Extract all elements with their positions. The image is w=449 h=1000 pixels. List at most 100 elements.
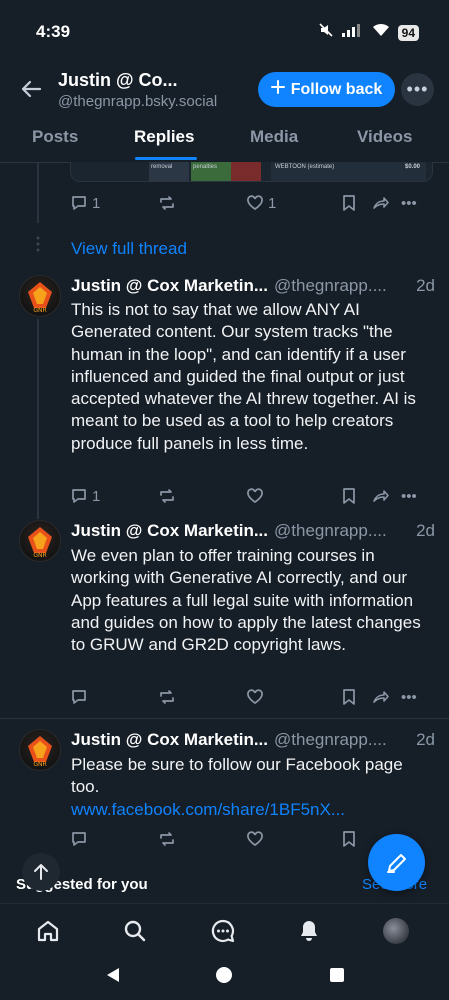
post-divider [0, 718, 449, 719]
signal-icon [341, 23, 364, 42]
mute-icon [318, 22, 334, 43]
profile-avatar [383, 918, 409, 944]
nav-chat[interactable] [208, 916, 238, 946]
post-more-button[interactable]: ••• [401, 689, 417, 706]
bookmark-button[interactable] [341, 194, 371, 212]
bookmark-icon [343, 195, 355, 211]
bookmark-button[interactable] [341, 830, 371, 848]
facebook-link[interactable]: www.facebook.com/share/1BF5nX... [71, 799, 433, 821]
repost-icon [160, 690, 174, 704]
view-full-thread-link[interactable]: View full thread [71, 239, 187, 259]
ellipsis-icon: ••• [406, 79, 429, 99]
post-more-button[interactable]: ••• [401, 488, 417, 505]
svg-text:GNR: GNR [33, 307, 46, 314]
system-back-button[interactable] [104, 966, 122, 989]
gnr-logo-icon: GNR [28, 736, 52, 768]
reply-button[interactable] [70, 830, 158, 848]
post-header: Justin @ Cox Marketin... @thegnrapp.... … [71, 730, 435, 750]
nav-home[interactable] [33, 916, 63, 946]
post-time: 2d [416, 276, 435, 295]
like-count: 1 [268, 194, 277, 212]
avatar[interactable]: GNR [19, 520, 61, 562]
tab-media[interactable]: Media [250, 127, 298, 147]
reply-icon [72, 832, 86, 846]
battery-indicator: 94 [397, 24, 419, 41]
embed-cell: penalties [191, 162, 231, 181]
post-body: We even plan to offer training courses i… [71, 546, 421, 655]
post-handle: @thegnrapp.... [274, 730, 387, 749]
share-button[interactable] [371, 194, 401, 212]
post-author[interactable]: Justin @ Cox Marketin... [71, 521, 268, 541]
repost-button[interactable] [158, 487, 246, 505]
tab-videos[interactable]: Videos [357, 127, 412, 147]
like-button[interactable] [246, 688, 341, 706]
arrow-up-icon [34, 864, 48, 880]
like-button[interactable] [246, 830, 341, 848]
reply-icon [72, 690, 86, 704]
like-button[interactable] [246, 487, 341, 505]
reply-button[interactable] [70, 688, 158, 706]
bookmark-button[interactable] [341, 487, 371, 505]
compose-button[interactable] [368, 834, 425, 891]
gnr-logo-icon: GNR [28, 527, 52, 559]
bookmark-button[interactable] [341, 688, 371, 706]
embed-preview[interactable]: removal penalties WEBTOON (estimate) $0.… [70, 162, 433, 182]
triangle-back-icon [107, 968, 119, 982]
heart-icon [247, 831, 263, 847]
bookmark-icon [343, 488, 355, 504]
post-body: Please be sure to follow our Facebook pa… [71, 754, 433, 821]
share-icon [373, 490, 389, 502]
reply-icon [72, 489, 86, 503]
repost-button[interactable] [158, 830, 246, 848]
square-recents-icon [330, 968, 344, 982]
repost-icon [160, 196, 174, 210]
avatar[interactable]: GNR [19, 275, 61, 317]
thread-line [37, 319, 39, 519]
heart-icon [247, 488, 263, 504]
svg-text:GNR: GNR [33, 761, 46, 768]
status-icons: 94 [318, 22, 419, 43]
post-actions: 1 1 ••• [70, 192, 435, 214]
heart-icon [247, 689, 263, 705]
wifi-icon [372, 23, 390, 42]
system-home-button[interactable] [215, 966, 233, 989]
heart-icon [247, 195, 263, 211]
share-button[interactable] [371, 688, 401, 706]
post-author[interactable]: Justin @ Cox Marketin... [71, 730, 268, 750]
repost-button[interactable] [158, 688, 246, 706]
post-more-button[interactable]: ••• [401, 195, 417, 212]
bookmark-icon [343, 689, 355, 705]
post-body: This is not to say that we allow ANY AI … [71, 300, 416, 453]
system-recents-button[interactable] [329, 967, 345, 988]
tab-posts[interactable]: Posts [32, 127, 78, 147]
avatar[interactable]: GNR [19, 729, 61, 771]
pencil-icon [386, 853, 406, 873]
back-button[interactable] [20, 78, 42, 100]
embed-cell: WEBTOON (estimate) [275, 164, 335, 170]
scroll-to-top-button[interactable] [22, 853, 60, 891]
post-handle: @thegnrapp.... [274, 276, 387, 295]
share-icon [373, 197, 389, 209]
like-button[interactable]: 1 [246, 194, 341, 212]
follow-back-button[interactable]: Follow back [258, 72, 395, 107]
thread-line [37, 163, 39, 223]
post-header: Justin @ Cox Marketin... @thegnrapp.... … [71, 276, 435, 296]
tab-replies[interactable]: Replies [134, 127, 194, 147]
embed-cell: $0.00 [404, 164, 420, 170]
ellipsis-icon: ••• [401, 487, 417, 505]
reply-icon [72, 196, 86, 210]
post-actions: ••• [70, 686, 435, 708]
reply-button[interactable]: 1 [70, 194, 158, 212]
post-text: Please be sure to follow our Facebook pa… [71, 755, 403, 797]
profile-handle: @thegnrapp.bsky.social [58, 93, 218, 110]
reply-button[interactable]: 1 [70, 487, 158, 505]
post-time: 2d [416, 730, 435, 749]
nav-profile[interactable] [381, 916, 411, 946]
bell-icon [301, 921, 317, 941]
more-options-button[interactable]: ••• [401, 73, 434, 106]
nav-search[interactable] [120, 916, 150, 946]
nav-notifications[interactable] [294, 916, 324, 946]
repost-button[interactable] [158, 194, 246, 212]
share-button[interactable] [371, 487, 401, 505]
post-author[interactable]: Justin @ Cox Marketin... [71, 276, 268, 296]
